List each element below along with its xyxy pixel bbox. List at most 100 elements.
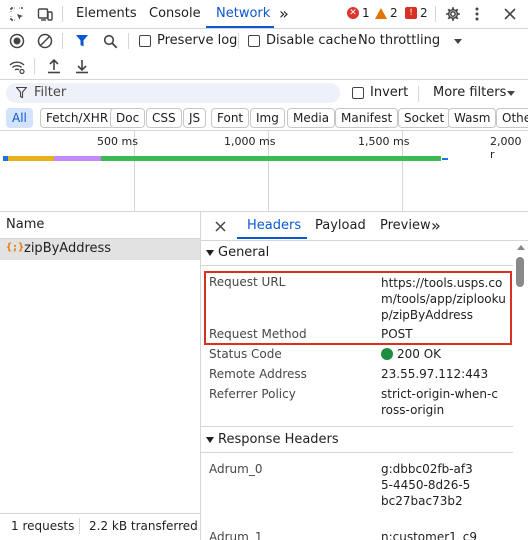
close-details-icon[interactable] [213, 219, 227, 233]
referrer-policy-value[interactable]: strict-origin-when-cross-origin [381, 386, 499, 418]
divider [0, 79, 528, 80]
divider [128, 33, 129, 49]
general-section-header[interactable]: General [201, 241, 513, 265]
close-devtools-icon[interactable] [500, 4, 520, 24]
preserve-log-checkbox[interactable] [139, 35, 151, 47]
invert-label: Invert [370, 85, 409, 100]
dropdown-arrow-icon [507, 91, 515, 96]
more-details-tabs-button[interactable]: » [431, 212, 441, 240]
network-conditions-icon[interactable] [8, 58, 26, 76]
import-har-icon[interactable] [45, 57, 63, 75]
record-stop-icon[interactable] [8, 32, 26, 50]
timeline-bar-waiting [101, 156, 441, 161]
clear-icon[interactable] [36, 32, 54, 50]
collapse-triangle-icon [206, 437, 214, 443]
disable-cache-checkbox[interactable] [248, 35, 260, 47]
scroll-up-arrow-icon [517, 245, 525, 250]
request-row[interactable]: {;} zipByAddress [0, 239, 200, 260]
filter-icon [16, 87, 27, 99]
preserve-log-label: Preserve log [157, 33, 238, 48]
invert-checkbox[interactable] [352, 87, 364, 99]
request-count: 1 requests [11, 519, 75, 533]
warning-count: 2 [390, 6, 398, 20]
response-headers-section-header[interactable]: Response Headers [201, 428, 513, 452]
request-url-label: Request URL [209, 275, 286, 289]
type-filter-js[interactable]: JS [183, 108, 207, 128]
settings-gear-icon[interactable] [443, 4, 463, 24]
type-filter-manifest[interactable]: Manifest [335, 108, 399, 128]
issue-icon: ! [405, 7, 417, 19]
throttling-value: No throttling [358, 33, 441, 48]
divider [238, 33, 239, 49]
more-options-icon[interactable] [470, 4, 484, 24]
tab-headers-underline [237, 237, 307, 239]
divider [418, 86, 419, 102]
type-filter-css[interactable]: CSS [146, 108, 182, 128]
status-code-value[interactable]: 200 OK [397, 346, 527, 362]
more-filters-dropdown[interactable]: More filters [426, 83, 522, 103]
scrollbar-thumb[interactable] [516, 257, 524, 287]
filter-placeholder: Filter [34, 85, 67, 100]
search-icon[interactable] [101, 32, 119, 50]
tab-preview[interactable]: Preview [380, 212, 431, 240]
type-filter-doc[interactable]: Doc [110, 108, 146, 128]
name-column-label: Name [6, 217, 45, 232]
filter-funnel-icon[interactable] [73, 32, 91, 50]
error-icon: ✕ [347, 7, 359, 19]
tab-console[interactable]: Console [149, 0, 201, 28]
more-tabs-button[interactable]: » [279, 0, 289, 28]
tab-elements[interactable]: Elements [76, 0, 137, 28]
request-url-value[interactable]: https://tools.usps.com/tools/app/ziplook… [381, 275, 511, 323]
type-filter-fetch-xhr[interactable]: Fetch/XHR [40, 108, 115, 128]
timeline-tick-label: 500 ms [97, 135, 138, 148]
divider [201, 452, 513, 453]
general-section-title: General [218, 245, 270, 260]
divider [435, 6, 436, 22]
transferred-size: 2.2 kB transferred [89, 519, 198, 533]
status-code-label: Status Code [209, 347, 282, 361]
timeline-bar-stalled [8, 156, 54, 161]
type-filter-img[interactable]: Img [250, 108, 285, 128]
request-method-label: Request Method [209, 327, 307, 341]
warning-badge[interactable]: 2 [375, 6, 398, 20]
type-filter-wasm[interactable]: Wasm [448, 108, 497, 128]
response-headers-title: Response Headers [218, 432, 339, 447]
type-filter-font[interactable]: Font [211, 108, 250, 128]
issues-badge[interactable]: ! 2 [405, 6, 428, 20]
timeline-tick-label: 2,000 r [490, 135, 522, 161]
tab-headers[interactable]: Headers [247, 212, 301, 240]
timeline-tick-label: 1,500 ms [358, 135, 410, 148]
timeline-bar-download [442, 158, 448, 160]
export-har-icon[interactable] [73, 57, 91, 75]
type-filter-socket[interactable]: Socket [398, 108, 451, 128]
inspect-element-icon[interactable] [8, 5, 26, 23]
adrum0-value[interactable]: g:dbbc02fb-af35-4450-8d26-5bc27bac73b2 [381, 461, 475, 509]
request-method-value[interactable]: POST [381, 326, 511, 342]
issues-count: 2 [420, 6, 428, 20]
disable-cache-label: Disable cache [266, 33, 357, 48]
adrum1-value[interactable]: n:customer1_c9 [381, 529, 511, 540]
type-filter-all[interactable]: All [6, 108, 33, 128]
divider [62, 6, 63, 22]
divider [62, 33, 63, 49]
name-column-header[interactable]: Name [0, 212, 200, 238]
tab-network[interactable]: Network [216, 0, 270, 28]
device-toolbar-icon[interactable] [36, 5, 54, 23]
divider [79, 518, 80, 534]
timeline-bar-ssl [54, 156, 101, 161]
devtools-tab-bar: Elements Console Network » ✕ 1 2 ! 2 [0, 0, 528, 28]
filter-input[interactable]: Filter [6, 83, 340, 103]
type-filter-other[interactable]: Othe [496, 108, 528, 128]
remote-address-value[interactable]: 23.55.97.112:443 [381, 366, 511, 382]
throttling-select[interactable]: No throttling [352, 29, 472, 53]
tab-payload[interactable]: Payload [315, 212, 366, 240]
details-scrollbar[interactable] [513, 241, 528, 540]
network-toolbar-secondary [0, 54, 528, 79]
network-toolbar: Preserve log Disable cache No throttling [0, 29, 528, 54]
more-filters-label: More filters [433, 85, 507, 100]
type-filter-media[interactable]: Media [287, 108, 336, 128]
adrum1-label: Adrum_1 [209, 530, 263, 540]
request-name: zipByAddress [24, 241, 112, 256]
error-badge[interactable]: ✕ 1 [347, 6, 370, 20]
status-ok-icon [381, 348, 393, 360]
